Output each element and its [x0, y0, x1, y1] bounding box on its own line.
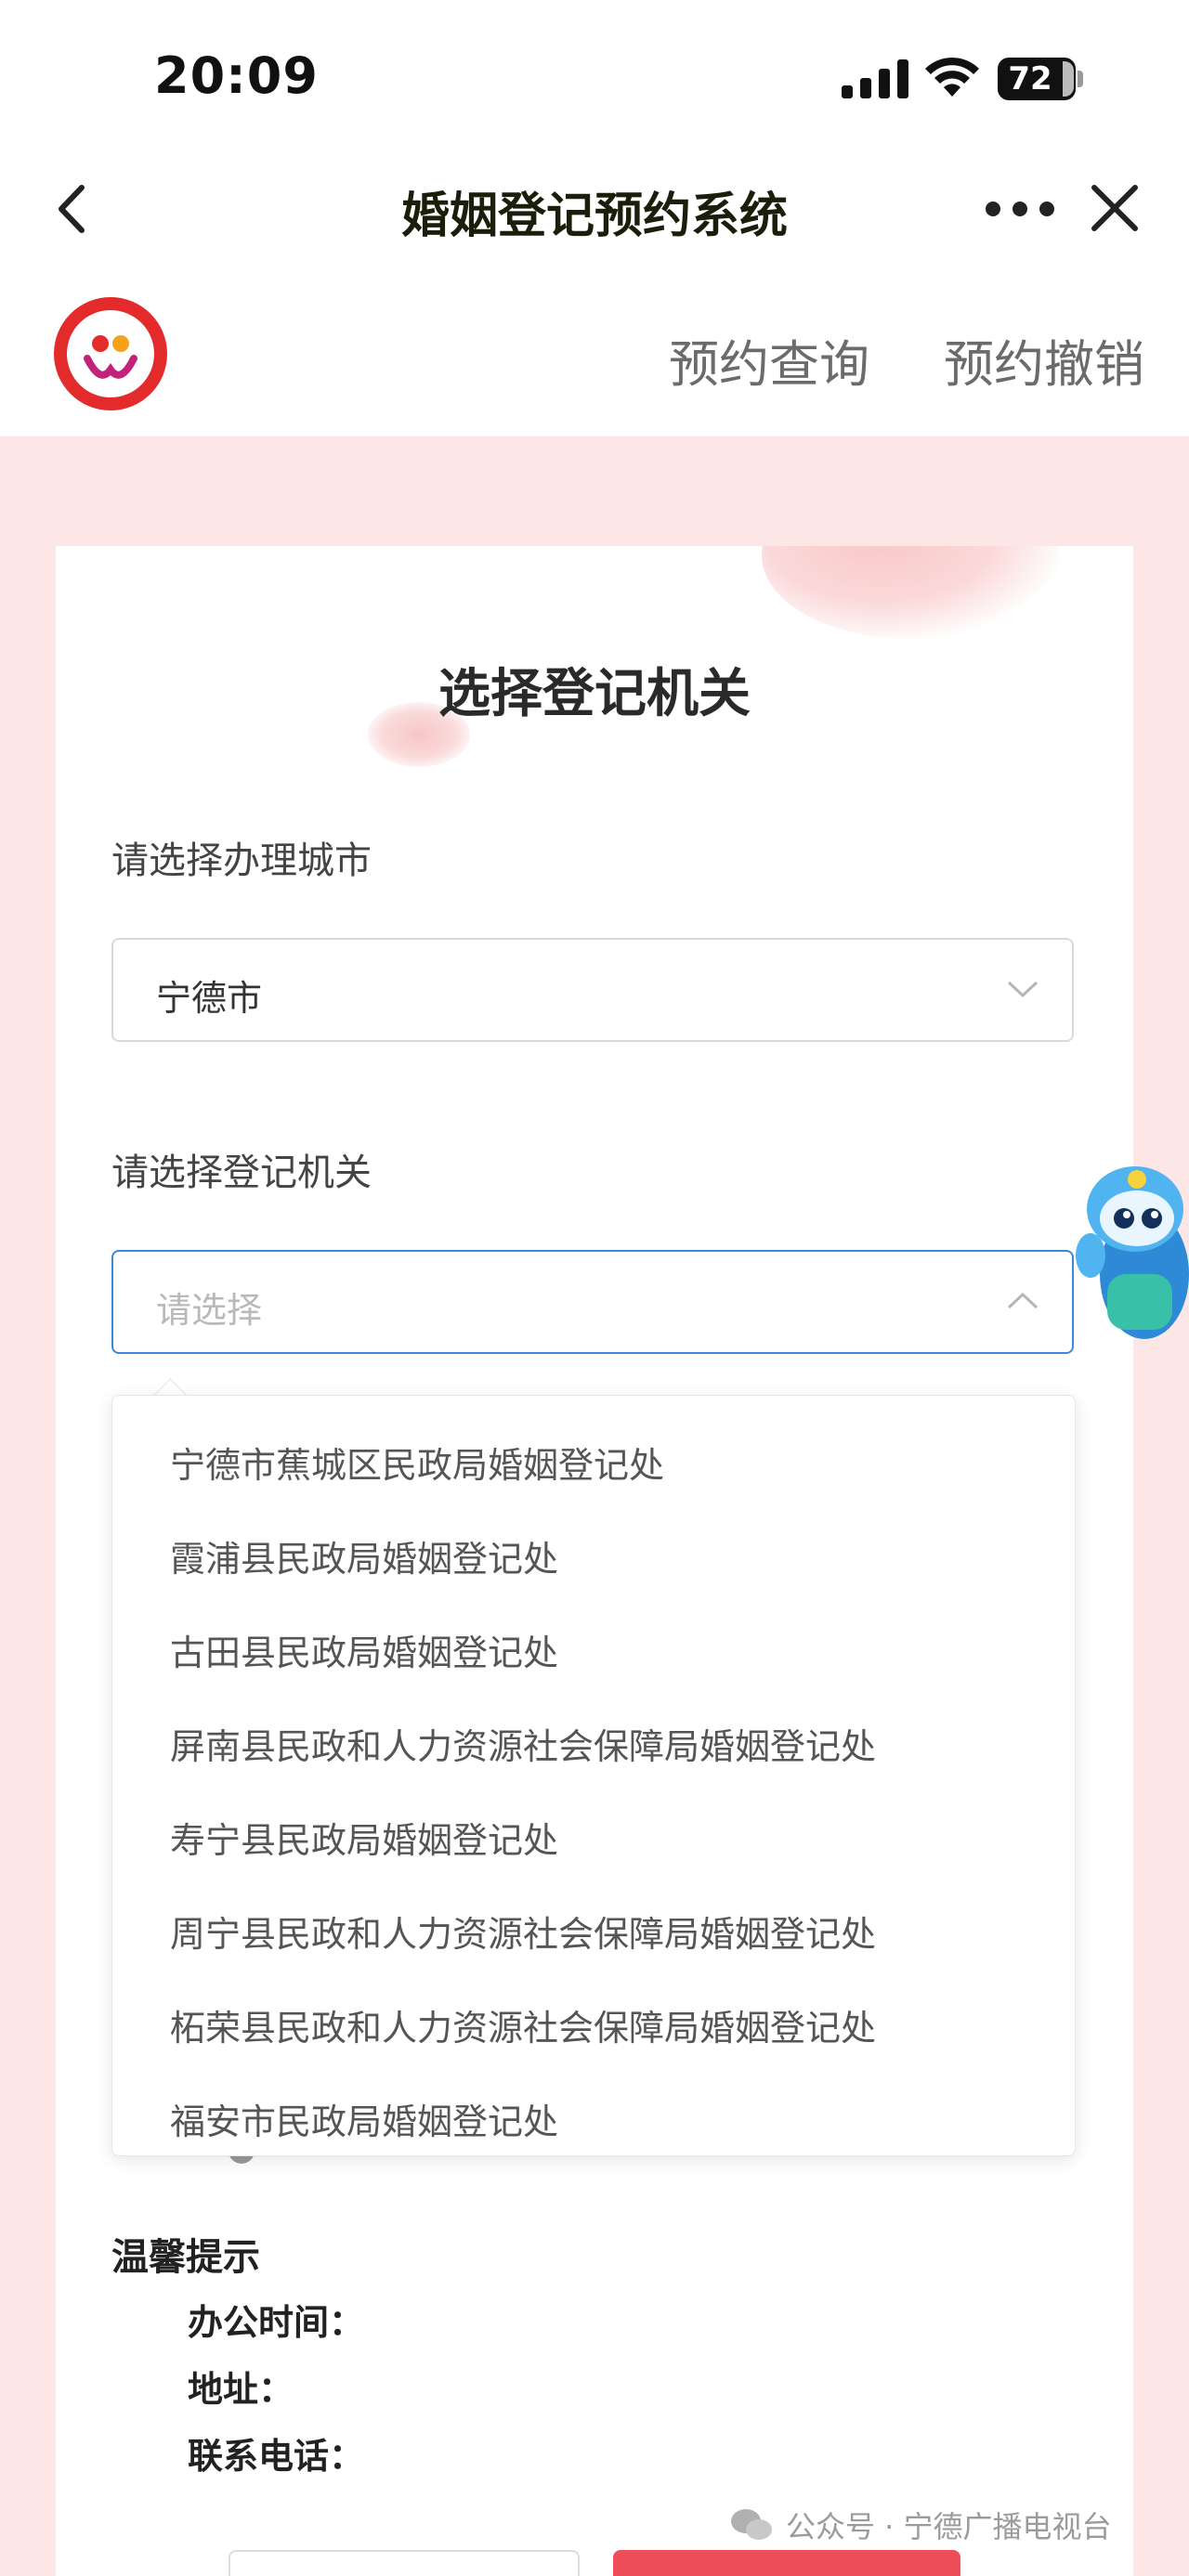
office-option[interactable]: 寿宁县民政局婚姻登记处 [170, 1812, 558, 1863]
wechat-icon [731, 2509, 772, 2540]
page-title: 选择登记机关 [438, 664, 751, 724]
battery-level: 72 [1008, 60, 1052, 98]
chevron-up-icon [1007, 1292, 1039, 1309]
tip-address: 地址： [188, 2369, 294, 2410]
appointment-query-link[interactable]: 预约查询 [669, 323, 869, 397]
tip-phone: 联系电话： [188, 2436, 365, 2477]
status-bar: 20:09 72 [0, 0, 1189, 158]
office-option[interactable]: 古田县民政局婚姻登记处 [170, 1624, 558, 1675]
status-time: 20:09 [154, 46, 319, 105]
appointment-cancel-link[interactable]: 预约撤销 [944, 323, 1144, 397]
office-select[interactable]: 请选择 [111, 1250, 1074, 1354]
office-option[interactable]: 福安市民政局婚姻登记处 [170, 2093, 558, 2144]
office-select-placeholder: 请选择 [156, 1290, 263, 1331]
city-select-value: 宁德市 [156, 978, 263, 1019]
tip-office-hours: 办公时间： [188, 2302, 365, 2343]
cellular-signal-icon [842, 59, 908, 98]
tips-title: 温馨提示 [111, 2236, 260, 2279]
office-label: 请选择登记机关 [111, 1151, 372, 1194]
mascot-robot-icon[interactable] [1070, 1135, 1189, 1358]
site-header: 预约查询 预约撤销 [0, 269, 1189, 437]
office-dropdown-list: 宁德市蕉城区民政局婚姻登记处 霞浦县民政局婚姻登记处 古田县民政局婚姻登记处 屏… [111, 1395, 1076, 2156]
city-label: 请选择办理城市 [111, 839, 372, 882]
city-select[interactable]: 宁德市 [111, 938, 1074, 1042]
nav-bar: 婚姻登记预约系统 [0, 158, 1189, 260]
chevron-down-icon [1007, 981, 1039, 998]
battery-icon: 72 [998, 58, 1083, 100]
office-option[interactable]: 周宁县民政和人力资源社会保障局婚姻登记处 [170, 1906, 876, 1957]
office-option[interactable]: 柘荣县民政和人力资源社会保障局婚姻登记处 [170, 1999, 876, 2050]
watermark: 公众号 · 宁德广播电视台 [786, 2509, 1112, 2544]
form-card: 选择登记机关 请选择办理城市 宁德市 请选择登记机关 请选择 温馨提示 办公时间… [56, 546, 1133, 2576]
close-icon[interactable] [1089, 182, 1141, 234]
petal-decoration [762, 546, 1059, 639]
more-icon[interactable] [985, 201, 1055, 217]
header-links: 预约查询 预约撤销 [669, 323, 1144, 397]
wifi-icon [925, 57, 979, 97]
office-option[interactable]: 霞浦县民政局婚姻登记处 [170, 1530, 558, 1581]
secondary-button[interactable] [229, 2550, 580, 2576]
office-option[interactable]: 屏南县民政和人力资源社会保障局婚姻登记处 [170, 1718, 876, 1769]
marriage-registration-logo [54, 297, 167, 410]
office-option[interactable]: 宁德市蕉城区民政局婚姻登记处 [170, 1437, 664, 1488]
primary-button[interactable] [613, 2550, 960, 2576]
